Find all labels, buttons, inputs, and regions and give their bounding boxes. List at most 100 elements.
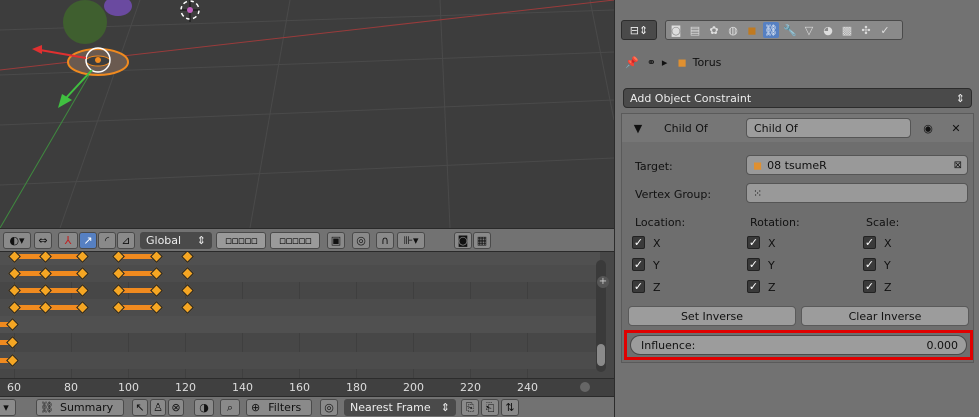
paste-keyframes-button[interactable]: ⎗ [481, 399, 499, 416]
snap-mode-value: Nearest Frame [350, 401, 431, 414]
copy-keyframes-button[interactable]: ⎘ [461, 399, 479, 416]
constraint-name-field[interactable]: Child Of [746, 118, 911, 138]
proportional-edit-button[interactable]: ◎ [352, 232, 370, 249]
channel-row[interactable] [0, 352, 600, 369]
location-x-checkbox[interactable]: ✓ [632, 236, 645, 249]
scrollbar-thumb[interactable] [597, 344, 605, 366]
frame-tick: 120 [175, 381, 196, 394]
orientation-select[interactable]: Global ⇕ [140, 232, 212, 249]
world-tab-icon[interactable]: ◍ [725, 22, 741, 38]
location-y-checkbox[interactable]: ✓ [632, 258, 645, 271]
snap-element-select[interactable]: ⊪▾ [397, 232, 425, 249]
rotate-manipulator-button[interactable]: ◜ [98, 232, 116, 249]
add-object-constraint-menu[interactable]: Add Object Constraint ⇕ [623, 88, 972, 108]
filter-type-button[interactable]: ◑ [194, 399, 214, 416]
summary-toggle[interactable]: ⛓ Summary [36, 399, 124, 416]
child-of-constraint-panel: ▼ Child Of Child Of ◉ ✕ Target: ◼ 08 tsu… [621, 113, 974, 363]
search-filter-button[interactable]: ⌕ [220, 399, 240, 416]
translate-manipulator-button[interactable]: ↗ [79, 232, 97, 249]
keyframe[interactable] [8, 252, 21, 263]
manipulator-icon: ⅄ [64, 234, 72, 247]
texture-tab-checker-icon[interactable]: ▩ [839, 22, 855, 38]
collapse-triangle-icon[interactable]: ▼ [630, 120, 646, 136]
proportional-icon: ◎ [356, 234, 366, 247]
eye-icon[interactable]: ◉ [920, 120, 936, 136]
render-layers-tab-icon[interactable]: ▤ [687, 22, 703, 38]
channel-row[interactable] [0, 252, 600, 265]
scale-z-label: Z [884, 281, 892, 294]
snap-toggle[interactable]: ∩ [376, 232, 394, 249]
rotation-label: Rotation: [750, 216, 800, 229]
physics-tab-icon[interactable]: ✓ [877, 22, 893, 38]
paste-flipped-button[interactable]: ⇅ [501, 399, 519, 416]
scene-tab-icon[interactable]: ✿ [706, 22, 722, 38]
summary-label: Summary [59, 401, 114, 414]
layer-buttons-right[interactable]: ▫▫▫▫▫ [270, 232, 320, 249]
search-icon: ⌕ [226, 400, 234, 414]
rotation-z-checkbox[interactable]: ✓ [747, 280, 760, 293]
scale-manipulator-button[interactable]: ⊿ [117, 232, 135, 249]
layer-buttons-left[interactable]: ▫▫▫▫▫ [216, 232, 266, 249]
snap-mode-select[interactable]: Nearest Frame ⇕ [344, 399, 456, 416]
channel-row[interactable] [0, 282, 600, 299]
scale-y-checkbox[interactable]: ✓ [863, 258, 876, 271]
location-label: Location: [635, 216, 686, 229]
context-tabs: ◙ ▤ ✿ ◍ ◼ ⛓ 🔧 ▽ ◕ ▩ ✣ ✓ [665, 20, 903, 40]
clear-inverse-button[interactable]: Clear Inverse [801, 306, 969, 326]
channel-row[interactable] [0, 334, 600, 351]
target-field[interactable]: ◼ 08 tsumeR ⊠ [746, 155, 968, 175]
scale-x-checkbox[interactable]: ✓ [863, 236, 876, 249]
frame-ruler[interactable]: 60 80 100 120 140 160 180 200 220 240 [0, 378, 614, 397]
data-tab-triangle-icon[interactable]: ▽ [801, 22, 817, 38]
modifiers-tab-wrench-icon[interactable]: 🔧 [782, 22, 798, 38]
filters-toggle[interactable]: ⊕ Filters [246, 399, 312, 416]
3d-viewport[interactable] [0, 0, 614, 228]
vertex-group-label: Vertex Group: [635, 188, 712, 201]
constraints-tab-chain-icon[interactable]: ⛓ [763, 22, 779, 38]
rotation-x-label: X [768, 237, 776, 250]
dropdown-arrows-icon: ⇕ [440, 401, 450, 414]
channel-row[interactable] [0, 299, 600, 316]
particles-tab-icon[interactable]: ✣ [858, 22, 874, 38]
frame-tick: 60 [7, 381, 21, 394]
dopesheet-editor[interactable]: + [0, 252, 614, 378]
chevron-right-icon: ▸ [661, 55, 668, 69]
location-z-checkbox[interactable]: ✓ [632, 280, 645, 293]
mode-select[interactable]: ▾ [0, 399, 16, 416]
shading-menu-button[interactable]: ◐▾ [3, 232, 31, 249]
rotation-y-checkbox[interactable]: ✓ [747, 258, 760, 271]
location-x-label: X [653, 237, 661, 250]
manipulator-toggle[interactable]: ⅄ [58, 232, 78, 249]
rotation-x-checkbox[interactable]: ✓ [747, 236, 760, 249]
editor-type-select[interactable]: ⊟⇕ [621, 20, 657, 40]
show-hidden-toggle[interactable]: ♙ [150, 399, 166, 416]
region-expand-plus-icon[interactable]: + [597, 276, 609, 288]
pin-icon[interactable]: 📌 [625, 56, 639, 69]
lock-icon: ▣ [330, 234, 342, 247]
material-tab-icon[interactable]: ◕ [820, 22, 836, 38]
channel-row[interactable] [0, 265, 600, 282]
only-selected-toggle[interactable]: ↖ [132, 399, 148, 416]
influence-slider[interactable]: Influence: 0.000 [630, 335, 967, 355]
render-opengl-button[interactable]: ◙ [454, 232, 472, 249]
only-errors-toggle[interactable]: ⊗ [168, 399, 184, 416]
viewport-header: ◐▾ ⇔ ⅄ ↗ ◜ ⊿ Global ⇕ ▫▫▫▫▫ ▫▫▫▫▫ ▣ ◎ ∩ ⊪… [0, 228, 614, 252]
vertex-group-field[interactable]: ⁙ [746, 183, 968, 203]
summary-icon: ⛓ [40, 401, 54, 414]
render-animation-button[interactable]: ▦ [473, 232, 491, 249]
render-tab-camera-icon[interactable]: ◙ [668, 22, 684, 38]
location-y-label: Y [653, 259, 660, 272]
add-constraint-label: Add Object Constraint [630, 91, 752, 105]
scale-z-checkbox[interactable]: ✓ [863, 280, 876, 293]
set-inverse-button[interactable]: Set Inverse [628, 306, 796, 326]
frame-tick: 160 [289, 381, 310, 394]
lock-layers-button[interactable]: ▣ [327, 232, 345, 249]
close-icon[interactable]: ✕ [948, 120, 964, 136]
auto-snap-toggle[interactable]: ◎ [320, 399, 338, 416]
clear-x-icon[interactable]: ⊠ [954, 160, 962, 171]
sphere-object[interactable] [63, 0, 107, 44]
horizontal-scroll-handle[interactable] [580, 382, 590, 392]
pivot-button[interactable]: ⇔ [34, 232, 52, 249]
channel-row[interactable] [0, 316, 600, 333]
object-tab-cube-icon[interactable]: ◼ [744, 22, 760, 38]
